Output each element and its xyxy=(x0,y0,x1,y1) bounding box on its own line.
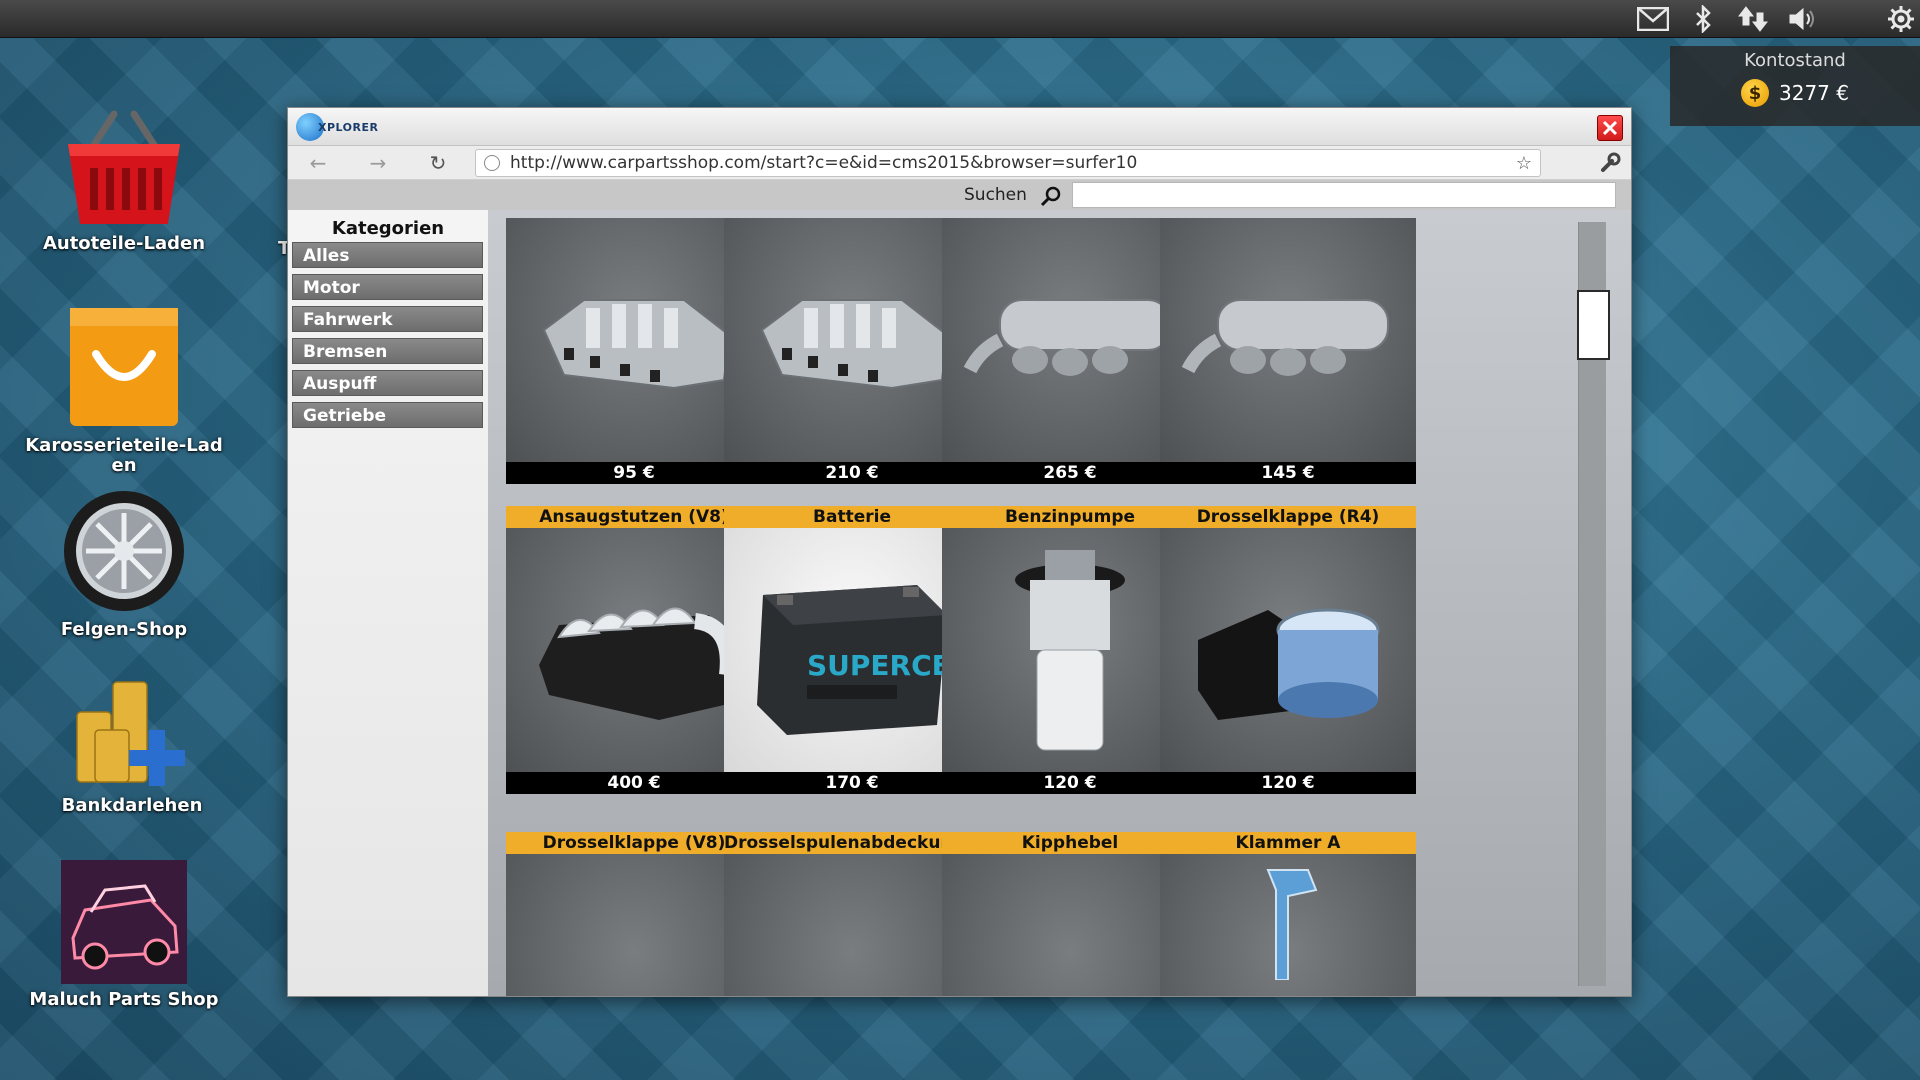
search-icon[interactable] xyxy=(1040,185,1062,207)
sidebar-title: Kategorien xyxy=(331,218,445,239)
address-bar[interactable]: http://www.carpartsshop.com/start?c=e&id… xyxy=(475,149,1541,177)
car-photo-icon xyxy=(61,860,187,984)
category-getriebe[interactable]: Getriebe xyxy=(292,402,483,428)
category-fahrwerk[interactable]: Fahrwerk xyxy=(292,306,483,332)
category-motor[interactable]: Motor xyxy=(292,274,483,300)
search-input[interactable] xyxy=(1072,182,1616,208)
category-alles[interactable]: Alles xyxy=(292,242,483,268)
coin-stack-plus-icon xyxy=(67,672,197,790)
category-sidebar: Kategorien Alles Motor Fahrwerk Bremsen … xyxy=(288,210,488,996)
refresh-icon: ↻ xyxy=(429,150,447,175)
balance-label: Kontostand xyxy=(1744,50,1846,71)
balance-panel: Kontostand $ 3277 € xyxy=(1670,46,1920,126)
forward-button[interactable]: → xyxy=(358,148,398,178)
arrow-left-icon: ← xyxy=(309,150,327,175)
product-card[interactable]: 145 € xyxy=(1160,218,1416,484)
desktop-icon-label: Autoteile-Laden xyxy=(42,233,206,254)
volume-icon[interactable] xyxy=(1784,0,1822,38)
window-titlebar[interactable]: XPLORER xyxy=(288,108,1631,146)
category-auspuff[interactable]: Auspuff xyxy=(292,370,483,396)
throttle-body-icon xyxy=(1160,528,1416,772)
product-name: Klammer A xyxy=(1160,832,1416,854)
scrollbar-thumb[interactable] xyxy=(1577,290,1610,360)
settings-icon[interactable] xyxy=(1882,0,1920,38)
desktop-icon-maluch-parts-shop[interactable]: Maluch Parts Shop xyxy=(14,860,234,1010)
product-price: 120 € xyxy=(1160,772,1416,794)
desktop-icon-autoteile-laden[interactable]: Autoteile-Laden xyxy=(14,108,234,254)
product-card[interactable]: Drosselklappe (R4) 120 € xyxy=(1160,506,1416,794)
refresh-button[interactable]: ↻ xyxy=(418,148,458,178)
url-text: http://www.carpartsshop.com/start?c=e&id… xyxy=(510,153,1138,173)
close-button[interactable] xyxy=(1597,115,1623,141)
scrollbar-track[interactable] xyxy=(1577,222,1610,986)
desktop-icon-bankdarlehen[interactable]: Bankdarlehen xyxy=(22,672,242,816)
system-tray xyxy=(1622,0,1920,38)
product-card[interactable]: Klammer A xyxy=(1160,832,1416,996)
clamp-icon xyxy=(1160,854,1416,996)
browser-window: XPLORER ← → ↻ http://www.carpartsshop.co… xyxy=(287,107,1632,997)
search-label: Suchen xyxy=(964,185,1027,205)
mail-icon[interactable] xyxy=(1634,0,1672,38)
balance-amount: 3277 € xyxy=(1779,81,1849,105)
desktop-icon-label: Karosserieteile-Laden xyxy=(25,435,223,476)
coin-icon: $ xyxy=(1741,79,1769,107)
navigation-bar: ← → ↻ http://www.carpartsshop.com/start?… xyxy=(288,146,1631,180)
bluetooth-icon[interactable] xyxy=(1684,0,1722,38)
top-taskbar xyxy=(0,0,1920,38)
shopping-bag-icon xyxy=(64,300,184,430)
close-icon xyxy=(1602,120,1618,136)
desktop-icon-label: Maluch Parts Shop xyxy=(29,989,219,1010)
product-name: Drosselklappe (R4) xyxy=(1160,506,1416,528)
bookmark-star-icon[interactable]: ☆ xyxy=(1516,153,1532,174)
desktop-icon-label: Felgen-Shop xyxy=(60,619,188,640)
wrench-icon[interactable] xyxy=(1599,152,1621,174)
page-info-icon xyxy=(484,155,500,171)
category-bremsen[interactable]: Bremsen xyxy=(292,338,483,364)
search-bar: Suchen xyxy=(288,180,1631,210)
page-content: Kategorien Alles Motor Fahrwerk Bremsen … xyxy=(288,210,1631,996)
shopping-basket-icon xyxy=(54,108,194,228)
network-icon[interactable] xyxy=(1734,0,1772,38)
product-price: 145 € xyxy=(1160,462,1416,484)
desktop-icon-felgen-shop[interactable]: Felgen-Shop xyxy=(14,488,234,640)
exhaust-manifold-icon xyxy=(1160,218,1416,462)
arrow-right-icon: → xyxy=(369,150,387,175)
desktop-icon-label: Bankdarlehen xyxy=(61,795,203,816)
back-button[interactable]: ← xyxy=(298,148,338,178)
wheel-rim-icon xyxy=(59,488,189,614)
product-grid: 95 € 210 € 265 € 145 € Ansaugstutzen (V8… xyxy=(488,210,1631,996)
desktop-icon-karosserieteile-laden[interactable]: Karosserieteile-Laden xyxy=(14,300,234,476)
browser-logo: XPLORER xyxy=(296,113,382,141)
